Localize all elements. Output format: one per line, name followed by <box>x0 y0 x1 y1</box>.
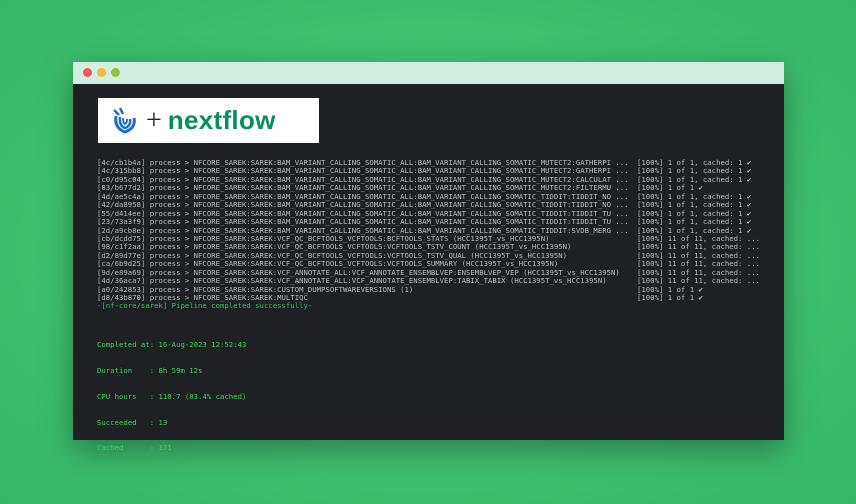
pipeline-completed-message: -[nf-core/sarek] Pipeline completed succ… <box>97 301 313 311</box>
log-status: [100%] 1 of 1 ✔ <box>637 293 703 302</box>
nextflow-wordmark: nextflow <box>167 105 276 135</box>
nf-core-swirl-icon <box>113 106 136 134</box>
summary-succeeded: Succeeded : 13 <box>97 417 168 427</box>
maximize-window-button[interactable] <box>111 68 120 77</box>
minimize-window-button[interactable] <box>97 68 106 77</box>
terminal-window: + nextflow [4c/cb1b4a] process > NFCORE_… <box>73 62 784 452</box>
close-window-button[interactable] <box>83 68 92 77</box>
summary-completed-at: Completed at: 16-Aug-2023 12:52:43 <box>97 340 247 350</box>
summary-cached: Cached : 171 <box>97 443 172 453</box>
title-bar <box>73 62 784 84</box>
terminal-output: [4c/cb1b4a] process > NFCORE_SAREK:SAREK… <box>97 158 777 311</box>
summary-duration: Duration : 8h 59m 12s <box>97 365 203 375</box>
run-summary: Completed at: 16-Aug-2023 12:52:43 Durat… <box>97 324 246 470</box>
nf-core-nextflow-logo: + nextflow <box>98 98 319 143</box>
summary-cpu-hours: CPU hours : 110.7 (83.4% cached) <box>97 391 247 401</box>
logo-plus: + <box>146 104 162 136</box>
